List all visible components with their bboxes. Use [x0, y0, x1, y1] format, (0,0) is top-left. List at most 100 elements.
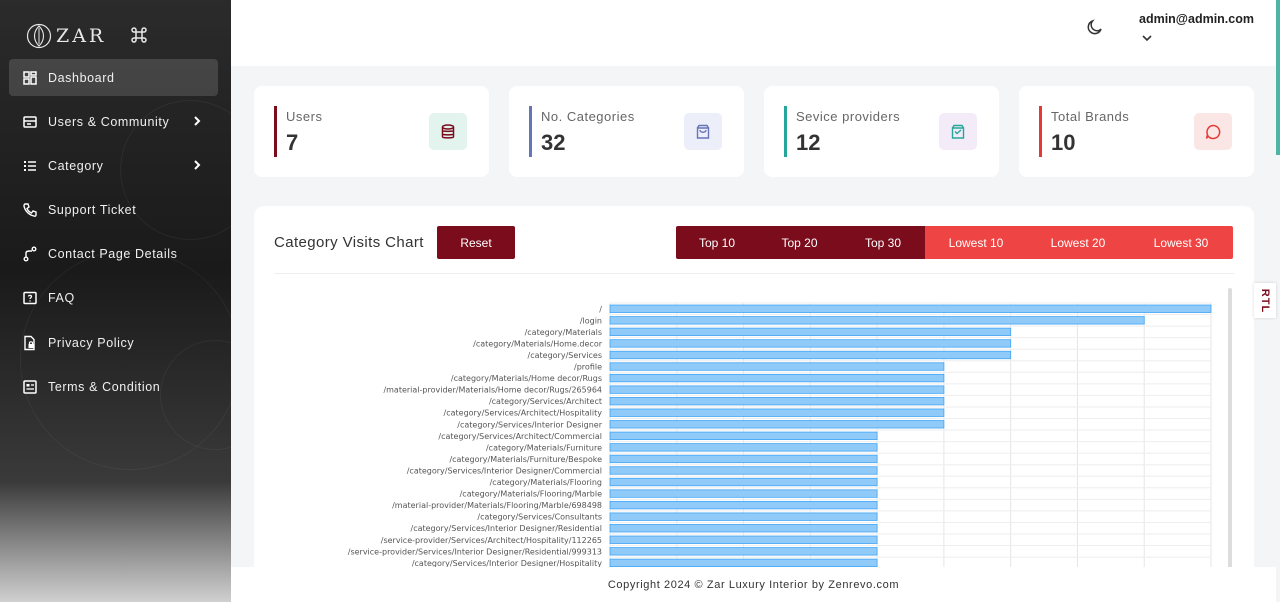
chart-bar[interactable]	[609, 304, 1212, 313]
sidebar-item-label: Privacy Policy	[48, 335, 135, 350]
card-accent-bar	[274, 106, 277, 157]
category-tick-label: /category/Materials/Furniture/Bespoke	[449, 455, 602, 464]
category-tick-label: /category/Materials/Flooring	[490, 478, 602, 487]
sidebar-item-terms-condition[interactable]: Terms & Condition	[9, 368, 218, 405]
category-tick-label: /profile	[574, 363, 602, 372]
sidebar: ZAR Dashboard Users & Community Category…	[0, 0, 231, 602]
category-tick-label: /category/Services/Interior Designer/Res…	[411, 524, 603, 533]
chart-bar[interactable]	[609, 362, 945, 371]
category-icon	[24, 160, 36, 171]
category-tick-label: /category/Services/Architect/Commercial	[438, 432, 602, 441]
chart-bar[interactable]	[609, 489, 878, 498]
sidebar-item-category[interactable]: Category	[9, 147, 218, 184]
rtl-toggle[interactable]: RTL	[1254, 283, 1276, 318]
sidebar-item-label: Support Ticket	[48, 203, 137, 218]
chart-bar[interactable]	[609, 524, 878, 533]
card-accent-bar	[1039, 106, 1042, 157]
footer: Copyright 2024 © Zar Luxury Interior by …	[231, 567, 1276, 602]
chart-bar[interactable]	[609, 431, 878, 440]
category-tick-label: /material-provider/Materials/Home decor/…	[383, 386, 602, 395]
phone-icon	[23, 203, 37, 217]
category-tick-label: /category/Materials/Home.decor	[473, 339, 603, 348]
category-tick-label: /category/Services/Interior Designer/Com…	[407, 466, 602, 475]
card-label: Total Brands	[1051, 109, 1130, 124]
top-header: admin@admin.com	[231, 0, 1276, 66]
command-icon[interactable]	[130, 26, 148, 44]
category-tick-label: /category/Materials/Home decor/Rugs	[451, 374, 602, 383]
route-icon	[23, 246, 37, 262]
chart-bar[interactable]	[609, 397, 945, 406]
category-tick-label: /category/Services/Consultants	[477, 513, 602, 522]
card-label: Sevice providers	[796, 109, 901, 124]
moon-icon[interactable]	[1086, 18, 1104, 36]
category-tick-label: /service-provider/Services/Interior Desi…	[348, 547, 602, 556]
brand-name: ZAR	[56, 25, 107, 47]
chart-bar[interactable]	[609, 558, 878, 568]
footer-copyright: Copyright 2024 © Zar Luxury Interior by …	[607, 578, 900, 591]
chat-icon	[1194, 113, 1232, 150]
chart-bar[interactable]	[609, 547, 878, 556]
sidebar-nav: Dashboard Users & Community Category Sup…	[9, 59, 218, 413]
category-tick-label: /category/Services/Architect/Hospitality	[444, 409, 603, 418]
card-accent-bar	[529, 106, 532, 157]
category-tick-label: /	[599, 305, 602, 314]
sidebar-item-contact-page[interactable]: Contact Page Details	[9, 236, 218, 273]
sidebar-item-label: Contact Page Details	[48, 247, 178, 262]
chart-bar[interactable]	[609, 408, 945, 417]
stat-card-users: Users 7	[254, 86, 489, 177]
faq-icon	[23, 292, 37, 305]
chart-bar[interactable]	[609, 373, 945, 383]
chart-bar[interactable]	[609, 454, 878, 464]
chevron-right-icon	[194, 160, 201, 171]
chart-bar[interactable]	[609, 339, 1012, 348]
category-tick-label: /material-provider/Materials/Flooring/Ma…	[392, 501, 602, 510]
chart-scrollbar[interactable]	[1228, 288, 1232, 586]
category-tick-label: /category/Services/Architect	[489, 397, 602, 406]
category-tick-label: /category/Services/Interior Designer	[457, 420, 602, 429]
chart-bar[interactable]	[609, 420, 945, 429]
card-accent-bar	[784, 106, 787, 157]
sidebar-item-privacy-policy[interactable]: Privacy Policy	[9, 324, 218, 361]
card-label: Users	[286, 109, 323, 124]
sidebar-item-label: Users & Community	[48, 114, 170, 129]
page-scrollbar[interactable]	[1276, 0, 1280, 155]
chart-bar[interactable]	[609, 316, 1145, 325]
terms-icon	[23, 380, 37, 394]
card-value: 32	[541, 130, 566, 155]
chart-bar[interactable]	[609, 500, 878, 510]
chevron-down-icon[interactable]	[1141, 33, 1153, 43]
stat-card-categories: No. Categories 32	[509, 86, 744, 177]
database-icon	[429, 113, 467, 150]
category-tick-label: /category/Materials/Furniture	[486, 443, 602, 452]
sidebar-item-faq[interactable]: FAQ	[9, 280, 218, 317]
sidebar-item-dashboard[interactable]: Dashboard	[9, 59, 218, 96]
category-tick-label: /category/Materials/Flooring/Marble	[460, 490, 602, 499]
stat-card-brands: Total Brands 10	[1019, 86, 1254, 177]
chart-bar[interactable]	[609, 535, 878, 544]
category-tick-label: /category/Materials	[525, 328, 602, 337]
rtl-label: RTL	[1259, 288, 1272, 313]
sidebar-item-label: FAQ	[48, 291, 75, 306]
chart-bar[interactable]	[609, 466, 878, 475]
sidebar-item-label: Terms & Condition	[48, 379, 161, 394]
users-icon	[23, 115, 37, 128]
chart-bar[interactable]	[609, 350, 1012, 360]
chevron-right-icon	[194, 116, 201, 126]
chart-bar[interactable]	[609, 477, 878, 487]
bag-check-icon	[939, 113, 977, 150]
chart-bar[interactable]	[609, 385, 945, 394]
sidebar-item-support-ticket[interactable]: Support Ticket	[9, 192, 218, 229]
sidebar-item-label: Dashboard	[48, 70, 115, 85]
user-email[interactable]: admin@admin.com	[1139, 12, 1254, 26]
chart-bar[interactable]	[609, 443, 878, 452]
brand[interactable]: ZAR	[26, 22, 106, 50]
category-visits-panel: Category Visits Chart Reset Top 10 Top 2…	[254, 206, 1254, 586]
sidebar-item-users-community[interactable]: Users & Community	[9, 103, 218, 140]
brand-logo-icon	[26, 23, 52, 49]
chart-bar[interactable]	[609, 327, 1012, 337]
bag-icon	[684, 113, 722, 150]
category-tick-label: /service-provider/Services/Architect/Hos…	[381, 536, 602, 545]
sidebar-item-label: Category	[48, 158, 104, 173]
chart-bar[interactable]	[609, 512, 878, 521]
category-visits-chart: / /login/category/Materials/category/Mate…	[348, 302, 1212, 569]
